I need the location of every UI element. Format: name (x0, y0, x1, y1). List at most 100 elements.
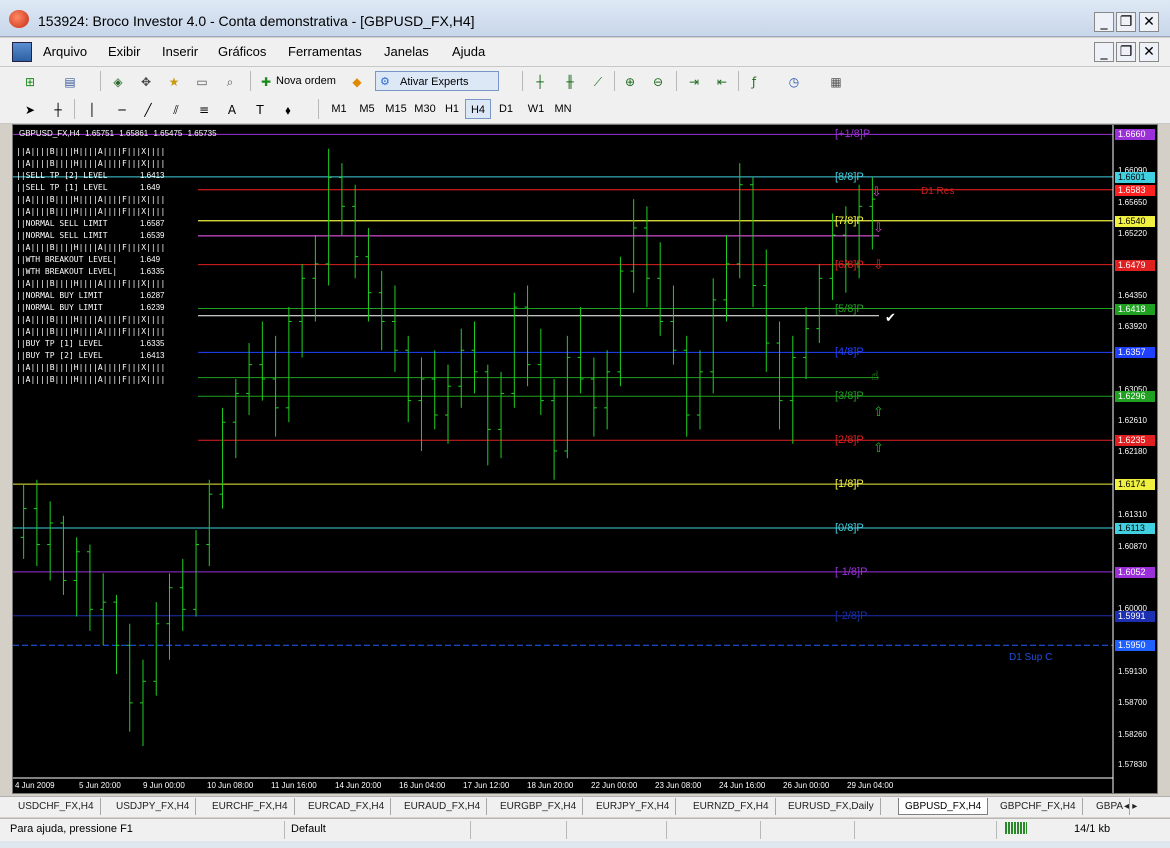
main-toolbar: ⊞ ▤ ◈ ✥ ★ ▭ ⌕ ✚ Nova ordem ◆ ⚙ Ativar Ex… (0, 67, 1170, 96)
info-panel-label: ||A||||B||||H||||A||||F|||X|||| (16, 315, 166, 324)
bar-chart-icon[interactable]: ┼ (530, 71, 550, 91)
zoom-out-icon[interactable]: ⊖ (648, 71, 668, 91)
profiles-icon[interactable]: ▤ (60, 71, 80, 91)
chart-low: 1.65475 (153, 129, 183, 138)
child-close-icon[interactable]: ✕ (1139, 42, 1159, 62)
close-icon[interactable]: ✕ (1139, 12, 1159, 32)
tf-mn[interactable]: MN (550, 99, 576, 119)
experts-label: Ativar Experts (400, 76, 469, 88)
tab-symbol[interactable]: EURCAD_FX,H4 (302, 798, 392, 815)
level-label: [8/8]P (835, 170, 864, 183)
info-panel-row: ||A||||B||||H||||A||||F|||X|||| (16, 278, 186, 290)
child-restore-icon[interactable]: ❐ (1116, 42, 1136, 62)
line-chart-icon[interactable]: ⟋ (588, 71, 608, 91)
info-panel-label: ||NORMAL BUY LIMIT (16, 303, 103, 312)
tf-m30[interactable]: M30 (411, 99, 439, 119)
new-order-button[interactable]: Nova ordem (276, 71, 346, 91)
fibonacci-icon[interactable]: ≡ (194, 99, 214, 119)
menu-ajuda[interactable]: Ajuda (452, 44, 485, 59)
tf-m15[interactable]: M15 (382, 99, 410, 119)
terminal-icon[interactable]: ▭ (192, 71, 212, 91)
info-panel-row: ||BUY TP [1] LEVEL 1.6335 (16, 338, 186, 350)
info-panel-value: 1.6239 (140, 303, 165, 312)
ohlc-bar (126, 623, 133, 732)
menu-ferramentas[interactable]: Ferramentas (288, 44, 362, 59)
market-watch-icon[interactable]: ◈ (108, 71, 128, 91)
info-panel-label: ||WTH BREAKOUT LEVEL| (16, 255, 118, 264)
crosshair-icon[interactable]: ┼ (48, 99, 68, 119)
tab-symbol[interactable]: GBPA (1090, 798, 1131, 815)
chart-shift-icon[interactable]: ⇤ (712, 71, 732, 91)
price-axis-label: 1.64350 (1118, 291, 1147, 301)
child-minimize-icon[interactable]: _ (1094, 42, 1114, 62)
menu-arquivo[interactable]: Arquivo (43, 44, 87, 59)
metaeditor-icon[interactable]: ◆ (347, 71, 367, 91)
tab-symbol[interactable]: EURCHF_FX,H4 (206, 798, 295, 815)
equidistant-channel-icon[interactable]: ⫽ (166, 99, 186, 119)
tab-symbol[interactable]: GBPCHF_FX,H4 (994, 798, 1083, 815)
menu-graficos[interactable]: Gráficos (218, 44, 266, 59)
d1-res-label: D1 Res (921, 186, 955, 197)
ohlc-bar (630, 199, 637, 293)
tab-symbol[interactable]: USDCHF_FX,H4 (12, 798, 101, 815)
tf-h1[interactable]: H1 (440, 99, 464, 119)
restore-icon[interactable]: ❐ (1116, 12, 1136, 32)
info-panel-value: 1.6587 (140, 219, 165, 228)
new-order-icon[interactable]: ✚ (256, 71, 276, 91)
vertical-line-icon[interactable]: │ (82, 99, 102, 119)
candlestick-icon[interactable]: ╫ (560, 71, 580, 91)
price-axis-label: 1.62610 (1118, 416, 1147, 426)
text-tool-icon[interactable]: A (222, 99, 242, 119)
tab-symbol[interactable]: EURUSD_FX,Daily (782, 798, 881, 815)
ohlc-bar (193, 530, 200, 617)
connection-icon (1005, 822, 1027, 834)
tab-symbol[interactable]: EURAUD_FX,H4 (398, 798, 488, 815)
level-price-tag: 1.6601 (1115, 171, 1155, 183)
level-price-tag: 1.6052 (1115, 566, 1155, 578)
autoscroll-icon[interactable]: ⇥ (684, 71, 704, 91)
price-axis-label: 1.65220 (1118, 228, 1147, 238)
level-price-tag: 1.6113 (1115, 523, 1155, 534)
menu-janelas[interactable]: Janelas (384, 44, 429, 59)
tf-h4[interactable]: H4 (465, 99, 491, 119)
indicators-icon[interactable]: ƒ (744, 71, 764, 91)
ohlc-bar (338, 163, 345, 236)
favorites-icon[interactable]: ★ (164, 71, 184, 91)
level-price-tag: 1.6479 (1115, 259, 1155, 271)
tab-symbol[interactable]: EURGBP_FX,H4 (494, 798, 584, 815)
ohlc-bar (418, 357, 425, 451)
level-price-tag: 1.6418 (1115, 303, 1155, 315)
tab-symbol[interactable]: USDJPY_FX,H4 (110, 798, 197, 815)
new-chart-icon[interactable]: ⊞ (20, 71, 40, 91)
tf-m5[interactable]: M5 (354, 99, 380, 119)
tab-symbol[interactable]: GBPUSD_FX,H4 (898, 798, 989, 815)
horizontal-line-icon[interactable]: ─ (112, 99, 132, 119)
ohlc-bar (219, 407, 226, 509)
cursor-icon[interactable]: ➤ (20, 99, 40, 119)
menu-exibir[interactable]: Exibir (108, 44, 141, 59)
ohlc-bar (803, 307, 810, 380)
trendline-icon[interactable]: ╱ (138, 99, 158, 119)
navigator-icon[interactable]: ✥ (136, 71, 156, 91)
arrows-tool-icon[interactable]: ⬧ (278, 99, 298, 119)
info-panel-row: ||A||||B||||H||||A||||F|||X|||| (16, 194, 186, 206)
ohlc-bar (391, 285, 398, 372)
status-bar: Para ajuda, pressione F1 Default 14/1 kb (0, 818, 1170, 841)
tf-d1[interactable]: D1 (494, 99, 518, 119)
info-panel-label: ||A||||B||||H||||A||||F|||X|||| (16, 147, 166, 156)
experts-button[interactable]: ⚙ Ativar Experts (375, 71, 499, 91)
zoom-in-icon[interactable]: ⊕ (620, 71, 640, 91)
tf-w1[interactable]: W1 (523, 99, 549, 119)
time-axis-label: 22 Jun 00:00 (591, 781, 638, 790)
tab-symbol[interactable]: EURJPY_FX,H4 (590, 798, 677, 815)
menu-inserir[interactable]: Inserir (162, 44, 198, 59)
tf-m1[interactable]: M1 (326, 99, 352, 119)
text-label-icon[interactable]: T (250, 99, 270, 119)
tester-icon[interactable]: ⌕ (220, 71, 240, 91)
tab-symbol[interactable]: EURNZD_FX,H4 (687, 798, 776, 815)
info-panel-row: ||NORMAL SELL LIMIT 1.6539 (16, 230, 186, 242)
templates-icon[interactable]: ▦ (826, 71, 846, 91)
minimize-icon[interactable]: _ (1094, 12, 1114, 32)
price-chart[interactable]: GBPUSD_FX,H4 1.65751 1.65861 1.65475 1.6… (12, 124, 1158, 794)
periods-icon[interactable]: ◷ (784, 71, 804, 91)
